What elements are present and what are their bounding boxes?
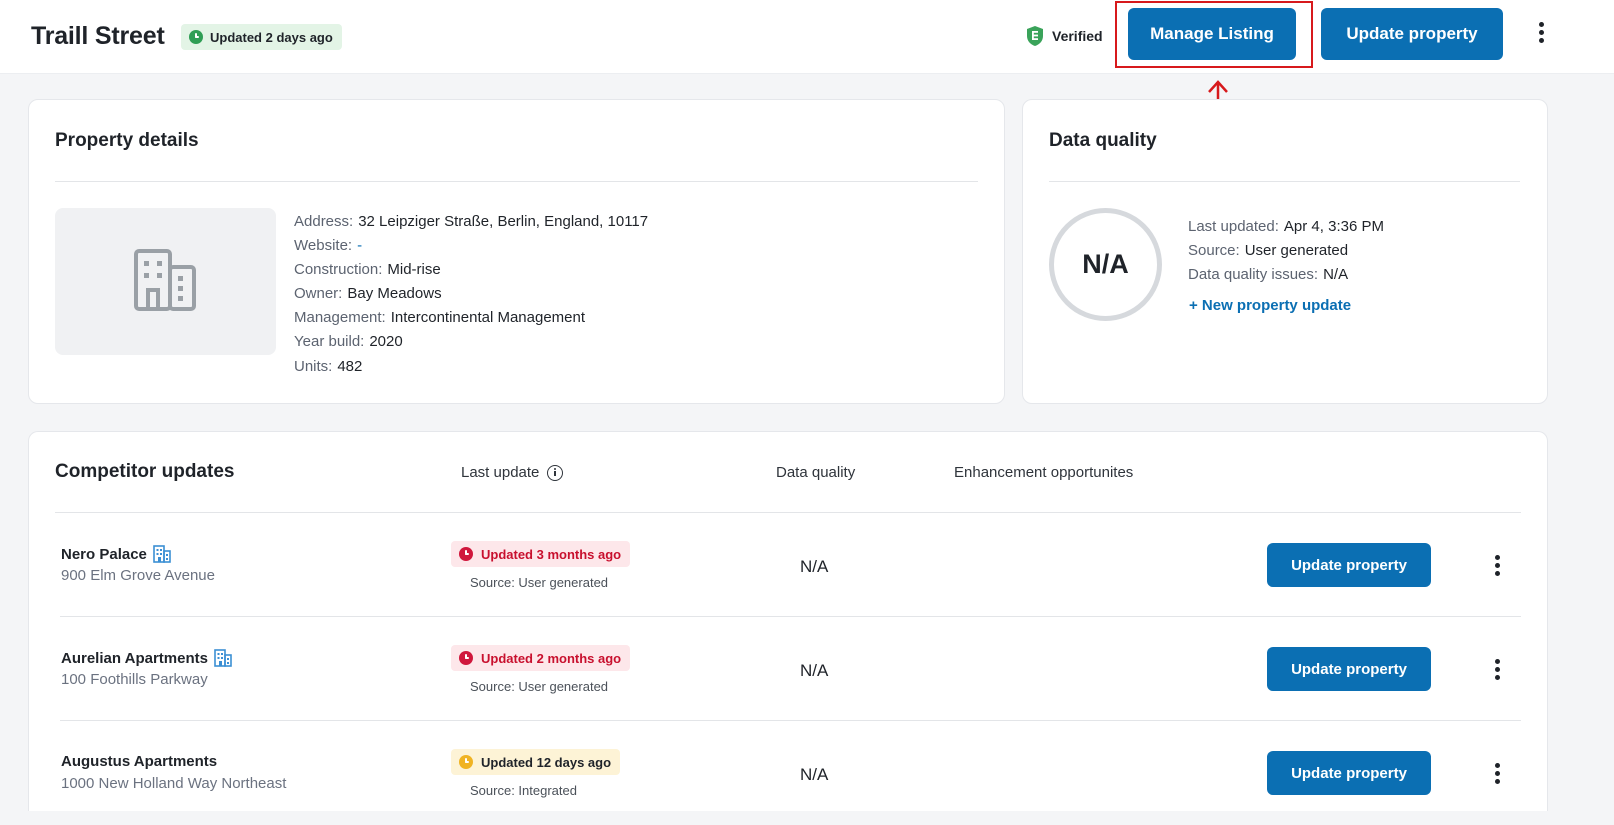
more-options-icon[interactable] — [1487, 551, 1507, 579]
new-property-update-link[interactable]: + New property update — [1189, 297, 1351, 314]
competitor-address: 900 Elm Grove Avenue — [61, 567, 215, 584]
page-title: Traill Street — [31, 22, 165, 50]
verified-label: Verified — [1052, 28, 1103, 44]
competitor-address: 100 Foothills Parkway — [61, 671, 208, 688]
source-text: Source: User generated — [470, 679, 609, 694]
building-icon — [134, 249, 196, 311]
quality-row-issues: Data quality issues: N/A — [1188, 266, 1349, 283]
quality-row-source: Source: User generated — [1188, 242, 1349, 259]
data-quality-value: N/A — [800, 765, 829, 784]
detail-row-management: Management: Intercontinental Management — [294, 309, 586, 327]
more-options-icon[interactable] — [1487, 655, 1507, 683]
data-quality-list: Last updated: Apr 4, 3:36 PM Source: User … — [1188, 215, 1384, 287]
competitor-name[interactable]: Augustus Apartments — [61, 753, 217, 770]
divider — [55, 181, 978, 182]
clock-icon — [459, 651, 473, 665]
property-image-placeholder — [55, 208, 276, 355]
update-property-button[interactable]: Update property — [1267, 647, 1431, 691]
data-quality-score-ring: N/A — [1049, 208, 1162, 321]
competitor-updates-title: Competitor updates — [55, 461, 235, 482]
competitor-updates-card: Competitor updates Last update Data qual… — [28, 431, 1548, 811]
detail-row-owner: Owner: Bay Meadows — [294, 285, 442, 303]
detail-row-address: Address: 32 Leipziger Straße, Berlin, Eng… — [294, 213, 649, 230]
updated-status-badge: Updated 2 days ago — [181, 24, 342, 50]
clock-icon — [459, 547, 473, 561]
competitor-name[interactable]: Nero Palace — [61, 545, 171, 563]
data-quality-value: N/A — [800, 661, 829, 680]
update-property-button[interactable]: Update property — [1267, 751, 1431, 795]
status-badge: Updated 3 months ago — [451, 541, 631, 567]
status-badge: Updated 12 days ago — [451, 749, 621, 775]
update-property-button[interactable]: Update property — [1321, 8, 1503, 60]
detail-row-year-build: Year build: 2020 — [294, 333, 403, 351]
updated-status-text: Updated 2 days ago — [210, 29, 333, 45]
column-header-enhancement: Enhancement opportunites — [954, 464, 1134, 481]
property-details-card: Property details Address: 32 Leipziger St… — [28, 99, 1005, 404]
update-property-button[interactable]: Update property — [1267, 543, 1431, 587]
detail-row-construction: Construction: Mid-rise — [294, 261, 441, 279]
clock-icon — [459, 755, 473, 769]
source-text: Source: Integrated — [470, 783, 577, 798]
property-details-list: Address: 32 Leipziger Straße, Berlin, Eng… — [294, 210, 648, 379]
more-options-icon[interactable] — [1531, 18, 1551, 46]
column-header-last-update: Last update — [461, 464, 564, 481]
detail-row-units: Units: 482 — [294, 357, 363, 375]
table-row[interactable]: Aurelian Apartments 100 Foothills Parkwa… — [29, 617, 1549, 721]
detail-row-website: Website: - — [294, 237, 363, 255]
more-options-icon[interactable] — [1487, 759, 1507, 787]
clock-icon — [189, 30, 203, 44]
page-header: Traill Street Updated 2 days ago Verifie… — [0, 0, 1614, 74]
property-details-title: Property details — [55, 130, 199, 151]
building-icon — [153, 545, 171, 563]
table-row[interactable]: Nero Palace 900 Elm Grove Avenue Updated… — [29, 513, 1549, 617]
status-badge: Updated 2 months ago — [451, 645, 631, 671]
source-text: Source: User generated — [470, 575, 609, 590]
quality-row-last-updated: Last updated: Apr 4, 3:36 PM — [1188, 218, 1384, 235]
website-link[interactable]: - — [357, 237, 362, 254]
highlight-box — [1115, 1, 1313, 68]
building-icon — [214, 649, 232, 667]
competitor-address: 1000 New Holland Way Northeast — [61, 775, 287, 792]
column-header-data-quality: Data quality — [776, 464, 856, 481]
divider — [1049, 181, 1520, 182]
info-icon[interactable] — [547, 464, 564, 481]
competitor-name[interactable]: Aurelian Apartments — [61, 649, 232, 667]
data-quality-title: Data quality — [1049, 130, 1157, 151]
verified-shield-icon — [1027, 26, 1043, 46]
verified-badge: Verified — [1026, 25, 1103, 47]
data-quality-value: N/A — [800, 557, 829, 576]
table-row[interactable]: Augustus Apartments 1000 New Holland Way… — [29, 721, 1549, 825]
data-quality-card: Data quality N/A Last updated: Apr 4, 3:3… — [1022, 99, 1548, 404]
